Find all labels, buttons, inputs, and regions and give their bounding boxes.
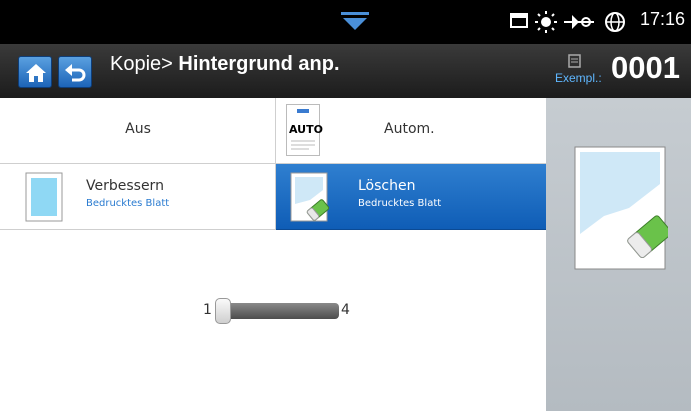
pull-down-arrow-icon[interactable] <box>339 10 371 32</box>
option-label: Autom. <box>384 121 435 137</box>
home-button[interactable] <box>18 56 52 88</box>
option-sublabel: Bedrucktes Blatt <box>86 198 170 209</box>
slider-min-label: 1 <box>203 302 212 318</box>
enhance-document-icon <box>25 172 63 222</box>
clock-time: 17:16 <box>640 9 686 29</box>
page-title: Kopie> Hintergrund anp. <box>110 53 340 76</box>
option-aus[interactable]: Aus <box>0 98 276 164</box>
globe-icon <box>605 12 625 32</box>
preview-panel <box>546 98 691 411</box>
slider-max-label: 4 <box>341 302 350 318</box>
title-main: Hintergrund anp. <box>178 53 340 75</box>
back-arrow-icon <box>65 64 86 82</box>
preview-document-icon <box>574 146 668 270</box>
level-slider-thumb[interactable] <box>215 298 231 324</box>
option-label: Löschen <box>358 178 416 194</box>
copies-icon <box>568 54 581 68</box>
title-bar: Kopie> Hintergrund anp. Exempl.: 0001 <box>0 44 691 98</box>
network-icon <box>564 15 594 29</box>
option-label: Aus <box>125 121 151 137</box>
copies-value[interactable]: 0001 <box>611 50 680 86</box>
back-button[interactable] <box>58 56 92 88</box>
option-sublabel: Bedrucktes Blatt <box>358 198 442 209</box>
window-icon <box>510 13 528 28</box>
status-bar: 17:16 <box>0 0 691 44</box>
option-verbessern[interactable]: Verbessern Bedrucktes Blatt <box>0 164 276 230</box>
options-panel: Aus AUTO Autom. Verbessern Bedrucktes Bl… <box>0 98 546 411</box>
title-prefix: Kopie> <box>110 53 179 75</box>
copies-label: Exempl.: <box>555 71 602 85</box>
auto-icon-text: AUTO <box>289 123 323 136</box>
home-icon <box>26 64 46 82</box>
auto-document-icon: AUTO <box>286 104 323 156</box>
brightness-icon <box>535 11 557 33</box>
option-autom[interactable]: AUTO Autom. <box>276 98 546 164</box>
option-label: Verbessern <box>86 178 164 194</box>
eraser-document-icon <box>290 172 330 222</box>
level-slider-track[interactable] <box>215 303 339 319</box>
option-loeschen[interactable]: Löschen Bedrucktes Blatt <box>276 164 546 230</box>
